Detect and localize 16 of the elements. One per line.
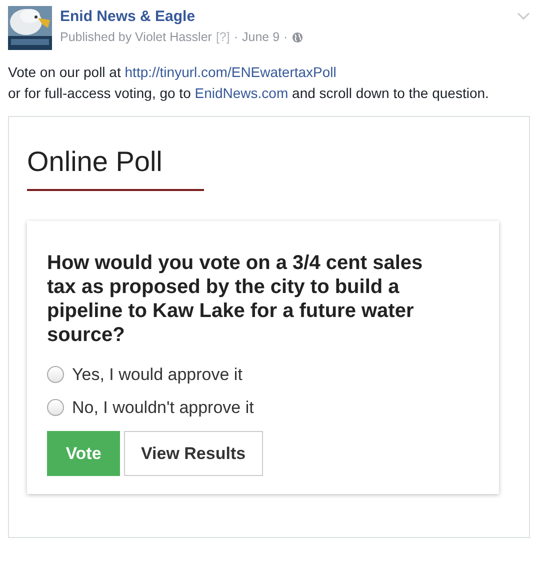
separator-dot: · [234, 30, 238, 44]
poll-heading: Online Poll [27, 145, 164, 179]
publisher-text: Published by Violet Hassler [60, 30, 212, 44]
radio-button[interactable] [47, 399, 64, 416]
link[interactable]: http://tinyurl.com/ENEwatertaxPoll [124, 64, 336, 80]
separator-dot: · [284, 30, 288, 44]
option-label: No, I wouldn't approve it [72, 398, 254, 418]
globe-icon [292, 32, 303, 42]
link[interactable]: EnidNews.com [194, 85, 288, 101]
page-name-link[interactable]: Enid News & Eagle [60, 8, 196, 25]
post-text: Vote on our poll at http://tinyurl.com/ENEwatertaxPoll or for full-access voting, go to EnidNews.com and scroll down to the question. [8, 63, 490, 103]
chevron-down-icon[interactable] [517, 12, 530, 20]
view-results-button[interactable]: View Results [124, 431, 263, 476]
option-label: Yes, I would approve it [72, 364, 242, 384]
radio-button[interactable] [47, 366, 64, 383]
poll-question: How would you vote on a 3/4 cent sales tax as proposed by the city to build a pipeline to Kaw Lake for a future water source? [47, 251, 424, 347]
